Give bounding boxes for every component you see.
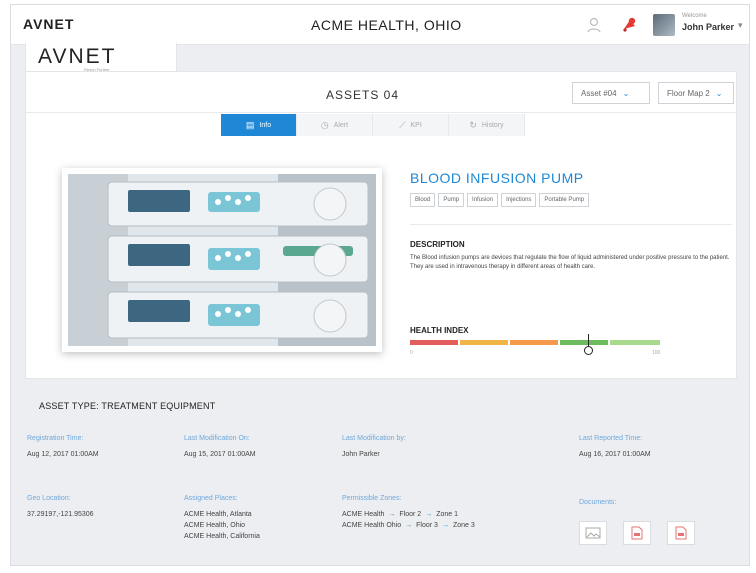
trend-chart-icon: ⟋ <box>399 119 406 130</box>
list-item: ACME Health, Ohio <box>184 522 246 529</box>
zone-site: ACME Health Ohio <box>342 522 402 529</box>
assigned-places-label: Assigned Places: <box>184 495 238 502</box>
product-name: BLOOD INFUSION PUMP <box>410 170 584 186</box>
last-mod-by-value: John Parker <box>342 451 380 458</box>
tab-alert[interactable]: ◷ Alert <box>297 114 373 136</box>
image-document-icon[interactable] <box>579 521 607 545</box>
health-index-title: HEALTH INDEX <box>410 326 469 335</box>
divider <box>26 112 736 113</box>
zone-floor: Floor 2 <box>399 511 422 518</box>
zone-floor: Floor 3 <box>416 522 438 529</box>
tag[interactable]: Infusion <box>467 193 499 207</box>
registration-value: Aug 12, 2017 01:00AM <box>27 451 99 458</box>
zone-zone: Zone 3 <box>452 522 475 529</box>
description-title: DESCRIPTION <box>410 240 465 249</box>
pdf-document-icon[interactable] <box>623 521 651 545</box>
tag[interactable]: Portable Pump <box>539 193 590 207</box>
list-item: ACME Health Ohio → Floor 3 → Zone 3 <box>342 520 475 531</box>
last-mod-on-value: Aug 15, 2017 01:00AM <box>184 451 256 458</box>
permissible-zones-label: Permissible Zones: <box>342 495 402 502</box>
chevron-down-icon: ⌄ <box>715 89 723 98</box>
welcome-text: Welcome <box>682 13 707 19</box>
tab-label: KPI <box>410 121 422 129</box>
health-index-bar <box>410 340 660 345</box>
permissible-zones-list: ACME Health → Floor 2 → Zone 1 ACME Health O… <box>342 509 475 531</box>
list-item: ACME Health → Floor 2 → Zone 1 <box>342 509 475 520</box>
product-image <box>62 168 382 352</box>
zone-site: ACME Health <box>342 511 385 518</box>
floor-select-value: Floor Map 2 <box>667 89 710 98</box>
divider <box>410 224 732 225</box>
description-text: The Blood infusion pumps are devices tha… <box>410 255 730 270</box>
product-tags: Blood Pump Infusion Injections Portable … <box>410 193 590 207</box>
zone-zone: Zone 1 <box>436 511 458 518</box>
chevron-down-icon: ⌄ <box>622 89 630 98</box>
asset-select-value: Asset #04 <box>581 89 617 98</box>
page-title: ASSETS 04 <box>326 88 400 102</box>
pdf-document-icon[interactable] <box>667 521 695 545</box>
tab-label: Alert <box>333 121 349 129</box>
arrow-right-icon: → <box>441 522 449 529</box>
facility-title: ACME HEALTH, OHIO <box>311 17 462 33</box>
last-reported-value: Aug 16, 2017 01:00AM <box>579 451 651 458</box>
tag[interactable]: Injections <box>501 193 537 207</box>
chevron-down-icon[interactable]: ▾ <box>738 20 743 31</box>
health-max-label: 100 <box>652 350 661 356</box>
tab-label: Info <box>259 121 272 129</box>
arrow-right-icon: → <box>388 511 396 518</box>
geo-location-value: 37.29197,-121.95306 <box>27 511 94 518</box>
tab-kpi[interactable]: ⟋ KPI <box>373 114 449 136</box>
tab-label: History <box>481 121 504 129</box>
tag[interactable]: Blood <box>410 193 436 207</box>
last-mod-on-label: Last Modification On: <box>184 435 250 442</box>
brand-logo-tab: AVNET Reach Further <box>25 43 177 73</box>
arrow-right-icon: → <box>405 522 413 529</box>
health-marker-ring <box>583 346 593 355</box>
floor-map-select[interactable]: Floor Map 2 ⌄ <box>658 82 734 104</box>
user-avatar[interactable] <box>653 14 675 36</box>
list-item: ACME Health, Atlanta <box>184 511 252 518</box>
app-frame: AVNET ACME HEALTH, OHIO Welcome John Par… <box>10 4 750 566</box>
notification-icon[interactable] <box>620 16 638 34</box>
alert-clock-icon: ◷ <box>320 119 329 130</box>
geo-location-label: Geo Location: <box>27 495 71 502</box>
last-mod-by-label: Last Modification by: <box>342 435 406 442</box>
brand-logo[interactable]: AVNET <box>38 45 116 69</box>
documents-label: Documents: <box>579 499 617 506</box>
health-min-label: 0 <box>410 350 413 356</box>
asset-tabs: ▤ Info ◷ Alert ⟋ KPI ↻ History <box>221 114 525 136</box>
history-icon: ↻ <box>469 119 477 130</box>
user-name[interactable]: John Parker <box>682 22 734 32</box>
user-location-icon[interactable] <box>585 16 603 34</box>
header-logo[interactable]: AVNET <box>23 16 74 32</box>
info-card-icon: ▤ <box>245 119 255 130</box>
assigned-places-list: ACME Health, Atlanta ACME Health, Ohio A… <box>184 509 260 542</box>
top-bar: AVNET ACME HEALTH, OHIO Welcome John Par… <box>11 5 749 45</box>
list-item: ACME Health, California <box>184 533 260 540</box>
asset-select[interactable]: Asset #04 ⌄ <box>572 82 650 104</box>
registration-label: Registration Time: <box>27 435 84 442</box>
asset-card: ASSETS 04 Asset #04 ⌄ Floor Map 2 ⌄ ▤ Info… <box>25 71 737 379</box>
asset-type-heading: ASSET TYPE: TREATMENT EQUIPMENT <box>39 401 216 411</box>
arrow-right-icon: → <box>425 511 433 518</box>
tab-history[interactable]: ↻ History <box>449 114 525 136</box>
last-reported-label: Last Reported Time: <box>579 435 643 442</box>
tag[interactable]: Pump <box>438 193 465 207</box>
tab-info[interactable]: ▤ Info <box>221 114 297 136</box>
